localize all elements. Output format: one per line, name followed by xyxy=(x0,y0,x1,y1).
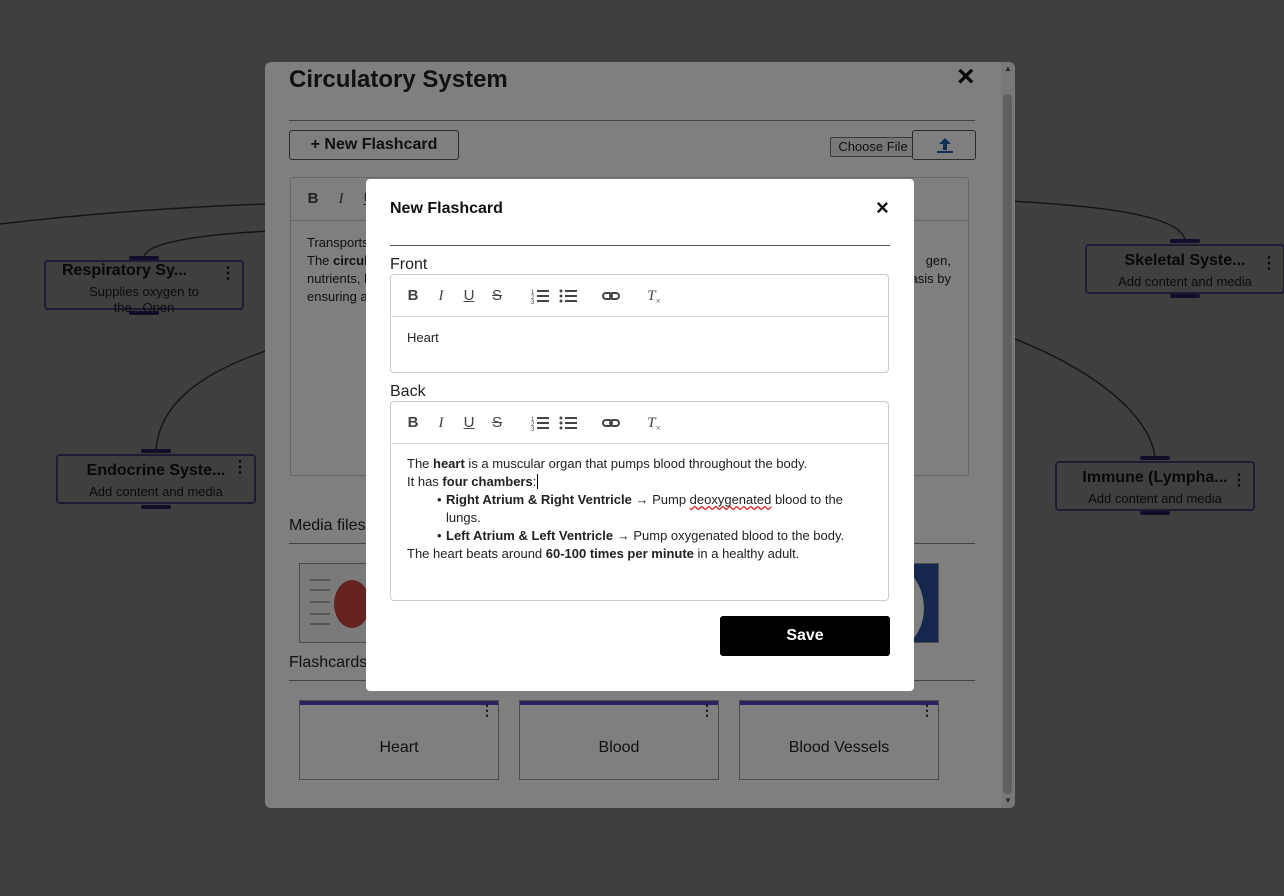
list-item: Right Atrium & Right Ventricle → Pump de… xyxy=(437,491,872,527)
strikethrough-icon[interactable]: S xyxy=(487,414,507,432)
ordered-list-icon[interactable]: 123 xyxy=(530,414,550,433)
italic-icon[interactable]: I xyxy=(431,287,451,305)
close-icon[interactable]: × xyxy=(876,195,889,221)
underline-icon[interactable]: U xyxy=(459,414,479,432)
clear-format-icon[interactable]: T× xyxy=(644,287,664,306)
link-icon[interactable] xyxy=(601,414,621,432)
italic-icon[interactable]: I xyxy=(431,414,451,432)
divider xyxy=(390,245,890,246)
text-cursor xyxy=(537,474,539,489)
back-toolbar: B I U S 123 T× xyxy=(391,402,888,444)
svg-text:3: 3 xyxy=(531,300,535,305)
bold-icon[interactable]: B xyxy=(403,414,423,432)
clear-format-icon[interactable]: T× xyxy=(644,414,664,433)
back-paragraph: It has four chambers: xyxy=(407,474,539,489)
svg-text:3: 3 xyxy=(531,427,535,432)
chambers-list: Right Atrium & Right Ventricle → Pump de… xyxy=(407,491,872,545)
bullet-list-icon[interactable] xyxy=(558,414,578,432)
link-icon[interactable] xyxy=(601,287,621,305)
new-flashcard-dialog: New Flashcard × Front B I U S 123 T× Hea… xyxy=(366,179,914,691)
list-item: Left Atrium & Left Ventricle → Pump oxyg… xyxy=(437,527,872,545)
save-button[interactable]: Save xyxy=(720,616,890,656)
back-text: The heart is a muscular organ that pumps… xyxy=(407,455,872,563)
back-label: Back xyxy=(390,383,426,400)
back-paragraph: The heart beats around 60-100 times per … xyxy=(407,546,800,561)
dialog-title: New Flashcard xyxy=(390,200,503,217)
front-label: Front xyxy=(390,256,428,273)
underline-icon[interactable]: U xyxy=(459,287,479,305)
bold-icon[interactable]: B xyxy=(403,287,423,305)
back-paragraph: The heart is a muscular organ that pumps… xyxy=(407,456,808,471)
front-toolbar: B I U S 123 T× xyxy=(391,275,888,317)
ordered-list-icon[interactable]: 123 xyxy=(530,287,550,306)
bullet-list-icon[interactable] xyxy=(558,287,578,305)
back-editor[interactable]: B I U S 123 T× The heart is a muscular o… xyxy=(390,401,889,601)
front-text: Heart xyxy=(407,330,439,345)
strikethrough-icon[interactable]: S xyxy=(487,287,507,305)
front-editor[interactable]: B I U S 123 T× Heart xyxy=(390,274,889,373)
